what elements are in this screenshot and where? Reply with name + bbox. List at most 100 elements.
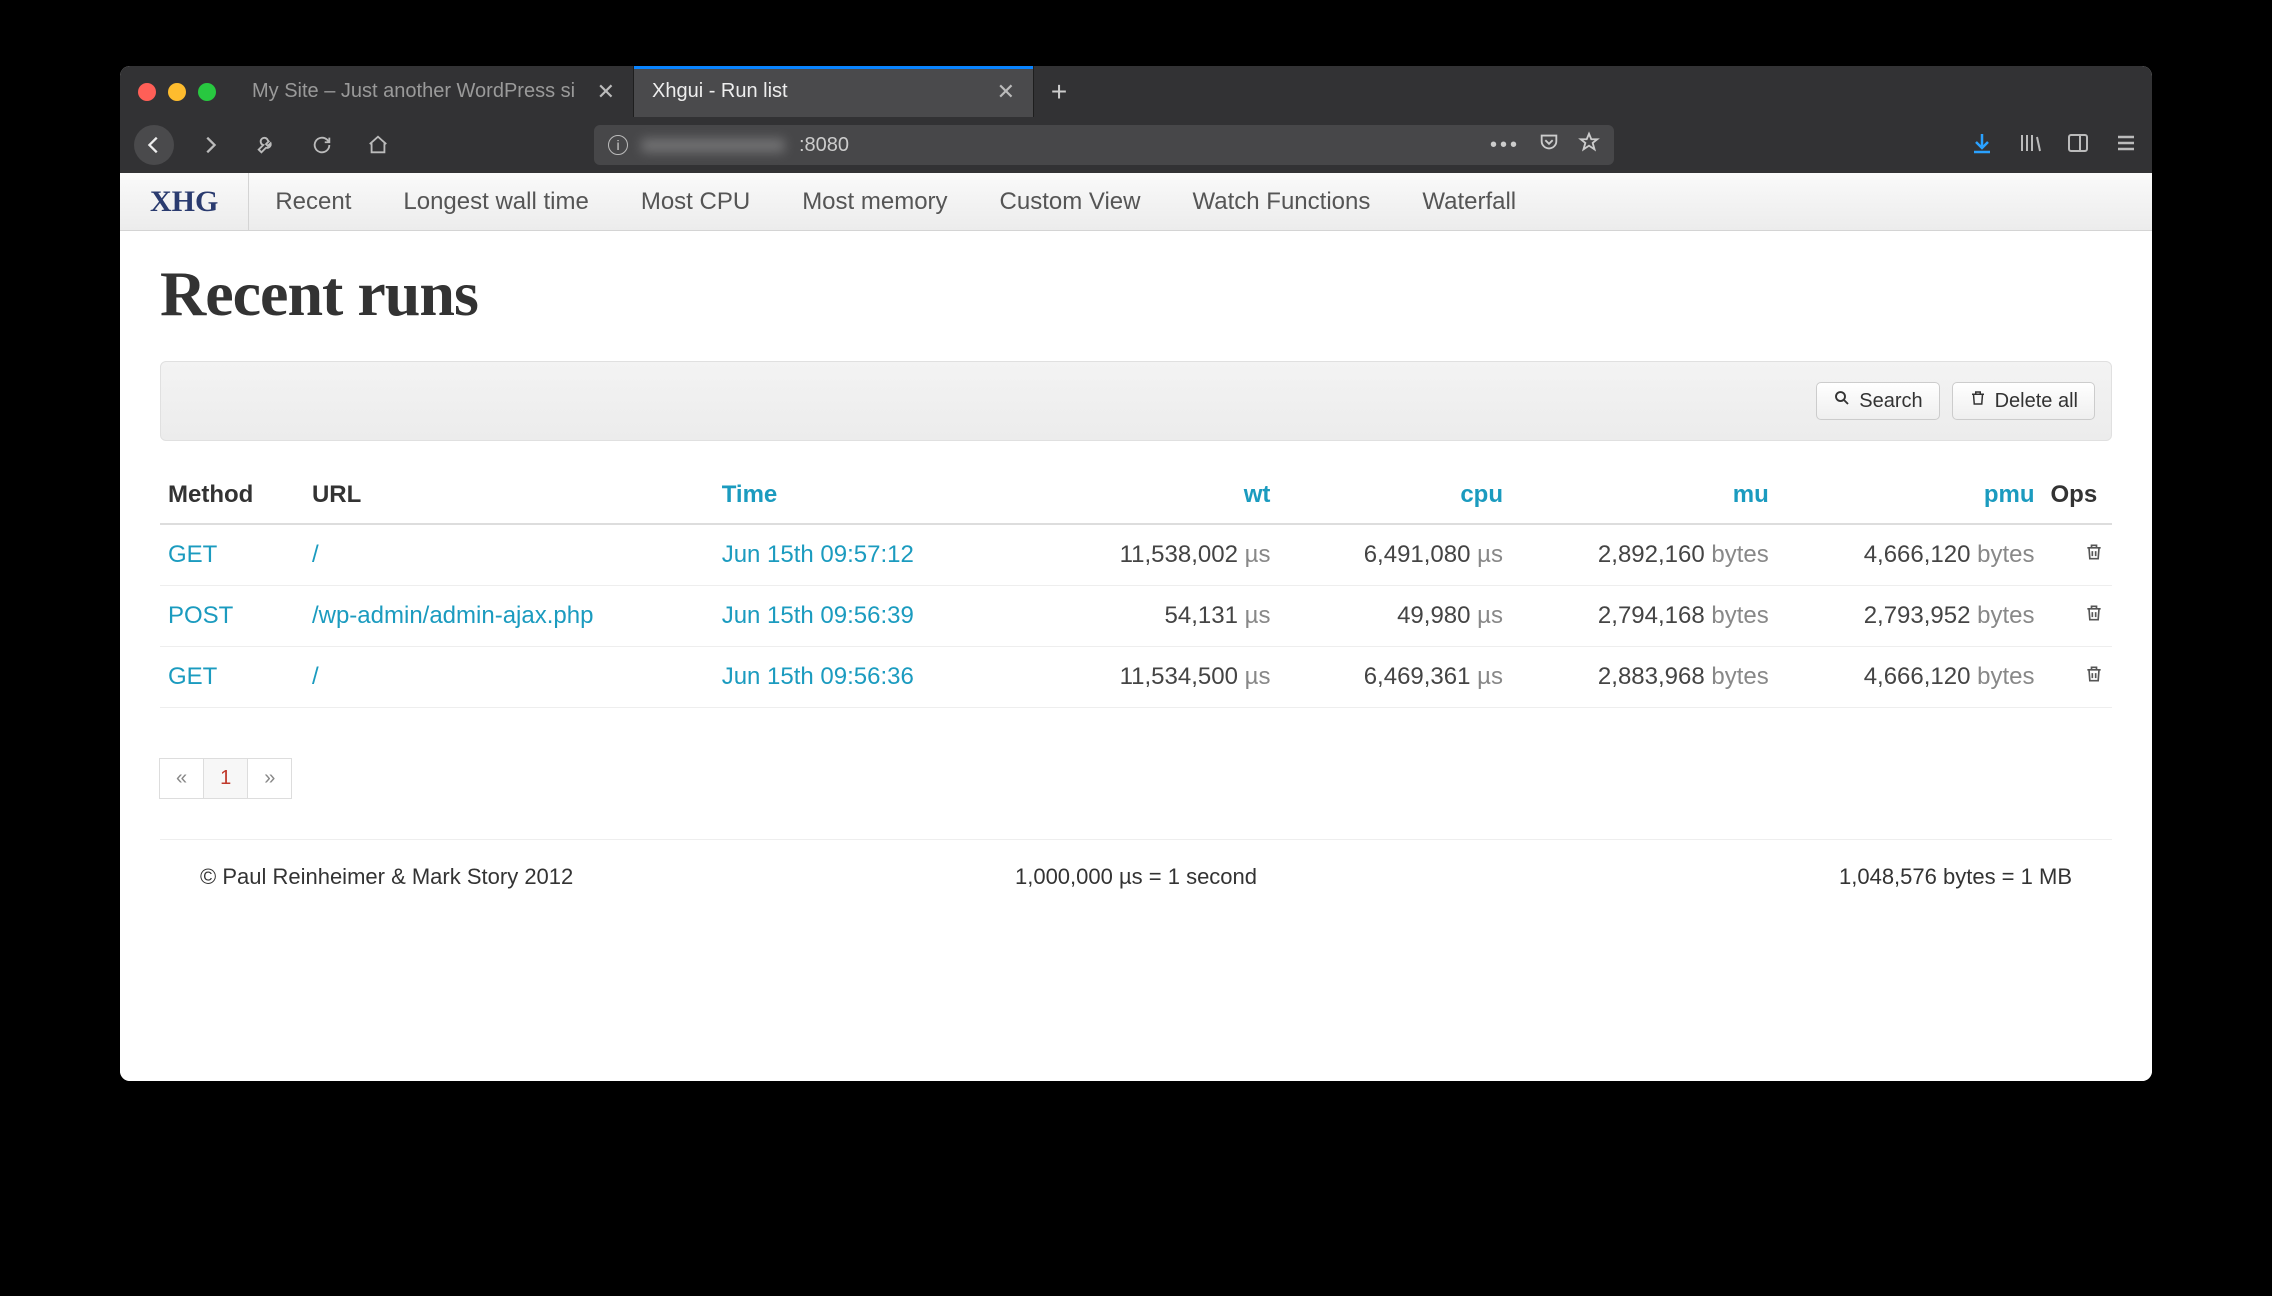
unit-us: µs bbox=[1245, 602, 1271, 629]
unit-bytes: bytes bbox=[1711, 602, 1768, 629]
page-actions-icon[interactable]: ••• bbox=[1490, 134, 1520, 157]
footer-bytes-legend: 1,048,576 bytes = 1 MB bbox=[1448, 864, 2072, 890]
downloads-icon[interactable] bbox=[1970, 131, 1994, 160]
nav-longest-wall[interactable]: Longest wall time bbox=[377, 173, 614, 230]
row-pmu: 4,666,120 bbox=[1864, 663, 1971, 690]
row-pmu: 4,666,120 bbox=[1864, 541, 1971, 568]
delete-all-button[interactable]: Delete all bbox=[1952, 382, 2095, 420]
window-controls bbox=[120, 66, 234, 117]
unit-bytes: bytes bbox=[1711, 663, 1768, 690]
delete-run-button[interactable] bbox=[2084, 541, 2104, 568]
page-content: XHG Recent Longest wall time Most CPU Mo… bbox=[120, 173, 2152, 1081]
unit-bytes: bytes bbox=[1977, 602, 2034, 629]
unit-bytes: bytes bbox=[1711, 541, 1768, 568]
pager-current[interactable]: 1 bbox=[203, 758, 248, 799]
search-button-label: Search bbox=[1859, 390, 1922, 413]
delete-run-button[interactable] bbox=[2084, 602, 2104, 629]
brand-logo[interactable]: XHG bbox=[120, 173, 249, 230]
row-method[interactable]: GET bbox=[168, 663, 217, 690]
footer-time-legend: 1,000,000 µs = 1 second bbox=[824, 864, 1448, 890]
browser-toolbar: i xxxxxxxxxxxxx :8080 ••• bbox=[120, 117, 2152, 173]
row-mu: 2,883,968 bbox=[1598, 663, 1705, 690]
url-visible: :8080 bbox=[799, 134, 849, 157]
unit-us: µs bbox=[1245, 663, 1271, 690]
sidebar-icon[interactable] bbox=[2066, 131, 2090, 160]
unit-us: µs bbox=[1477, 541, 1503, 568]
nav-most-cpu[interactable]: Most CPU bbox=[615, 173, 776, 230]
menu-icon[interactable] bbox=[2114, 131, 2138, 160]
th-wt[interactable]: wt bbox=[1024, 471, 1279, 524]
bookmark-star-icon[interactable] bbox=[1578, 131, 1600, 159]
row-cpu: 6,469,361 bbox=[1364, 663, 1471, 690]
row-url[interactable]: / bbox=[312, 663, 319, 690]
close-window-button[interactable] bbox=[138, 83, 156, 101]
th-time[interactable]: Time bbox=[714, 471, 1024, 524]
runs-table: Method URL Time wt cpu mu pmu Ops GET / Ju… bbox=[160, 471, 2112, 708]
row-wt: 11,538,002 bbox=[1120, 541, 1238, 568]
new-tab-button[interactable]: + bbox=[1034, 66, 1084, 117]
row-pmu: 2,793,952 bbox=[1864, 602, 1971, 629]
home-button[interactable] bbox=[358, 125, 398, 165]
pager-next[interactable]: » bbox=[247, 758, 292, 799]
row-url[interactable]: /wp-admin/admin-ajax.php bbox=[312, 602, 593, 629]
nav-custom-view[interactable]: Custom View bbox=[974, 173, 1167, 230]
pager-prev[interactable]: « bbox=[159, 758, 204, 799]
row-wt: 11,534,500 bbox=[1120, 663, 1238, 690]
row-method[interactable]: POST bbox=[168, 602, 233, 629]
th-url: URL bbox=[304, 471, 714, 524]
th-mu[interactable]: mu bbox=[1511, 471, 1777, 524]
tab-title: My Site – Just another WordPress si bbox=[252, 80, 575, 103]
pocket-icon[interactable] bbox=[1538, 131, 1560, 159]
th-cpu[interactable]: cpu bbox=[1278, 471, 1511, 524]
pager: « 1 » bbox=[160, 758, 2112, 799]
table-row: GET / Jun 15th 09:56:36 11,534,500 µs 6,469,… bbox=[160, 647, 2112, 708]
dev-tools-button[interactable] bbox=[246, 125, 286, 165]
tab-title: Xhgui - Run list bbox=[652, 80, 788, 103]
row-method[interactable]: GET bbox=[168, 541, 217, 568]
library-icon[interactable] bbox=[2018, 131, 2042, 160]
row-url[interactable]: / bbox=[312, 541, 319, 568]
delete-run-button[interactable] bbox=[2084, 663, 2104, 690]
reload-button[interactable] bbox=[302, 125, 342, 165]
th-method: Method bbox=[160, 471, 304, 524]
nav-recent[interactable]: Recent bbox=[249, 173, 377, 230]
row-time[interactable]: Jun 15th 09:57:12 bbox=[722, 541, 914, 568]
unit-bytes: bytes bbox=[1977, 541, 2034, 568]
zoom-window-button[interactable] bbox=[198, 83, 216, 101]
app-navbar: XHG Recent Longest wall time Most CPU Mo… bbox=[120, 173, 2152, 231]
back-button[interactable] bbox=[134, 125, 174, 165]
unit-bytes: bytes bbox=[1977, 663, 2034, 690]
th-pmu[interactable]: pmu bbox=[1777, 471, 2043, 524]
browser-tab-inactive[interactable]: My Site – Just another WordPress si ✕ bbox=[234, 66, 634, 117]
unit-us: µs bbox=[1477, 602, 1503, 629]
nav-waterfall[interactable]: Waterfall bbox=[1396, 173, 1542, 230]
browser-window: My Site – Just another WordPress si ✕ Xh… bbox=[120, 66, 2152, 1081]
row-cpu: 49,980 bbox=[1397, 602, 1470, 629]
footer: © Paul Reinheimer & Mark Story 2012 1,00… bbox=[120, 840, 2152, 920]
url-hidden: xxxxxxxxxxxxx bbox=[642, 134, 785, 157]
footer-copyright: © Paul Reinheimer & Mark Story 2012 bbox=[200, 864, 824, 890]
close-tab-icon[interactable]: ✕ bbox=[997, 79, 1015, 105]
search-button[interactable]: Search bbox=[1816, 382, 1939, 420]
site-info-icon[interactable]: i bbox=[608, 135, 628, 155]
close-tab-icon[interactable]: ✕ bbox=[597, 79, 615, 105]
row-time[interactable]: Jun 15th 09:56:39 bbox=[722, 602, 914, 629]
address-bar[interactable]: i xxxxxxxxxxxxx :8080 ••• bbox=[594, 125, 1614, 165]
browser-tab-active[interactable]: Xhgui - Run list ✕ bbox=[634, 66, 1034, 117]
unit-us: µs bbox=[1245, 541, 1271, 568]
row-time[interactable]: Jun 15th 09:56:36 bbox=[722, 663, 914, 690]
row-mu: 2,794,168 bbox=[1598, 602, 1705, 629]
nav-watch-funcs[interactable]: Watch Functions bbox=[1167, 173, 1397, 230]
row-wt: 54,131 bbox=[1165, 602, 1238, 629]
row-cpu: 6,491,080 bbox=[1364, 541, 1471, 568]
row-mu: 2,892,160 bbox=[1598, 541, 1705, 568]
trash-icon bbox=[1969, 389, 1987, 413]
forward-button[interactable] bbox=[190, 125, 230, 165]
page-title: Recent runs bbox=[160, 257, 2112, 331]
titlebar: My Site – Just another WordPress si ✕ Xh… bbox=[120, 66, 2152, 117]
table-row: GET/Jun 15th 09:57:1211,538,002 µs6,491,… bbox=[160, 524, 2112, 586]
th-ops: Ops bbox=[2043, 471, 2112, 524]
table-header-row: Method URL Time wt cpu mu pmu Ops bbox=[160, 471, 2112, 524]
minimize-window-button[interactable] bbox=[168, 83, 186, 101]
nav-most-memory[interactable]: Most memory bbox=[776, 173, 973, 230]
